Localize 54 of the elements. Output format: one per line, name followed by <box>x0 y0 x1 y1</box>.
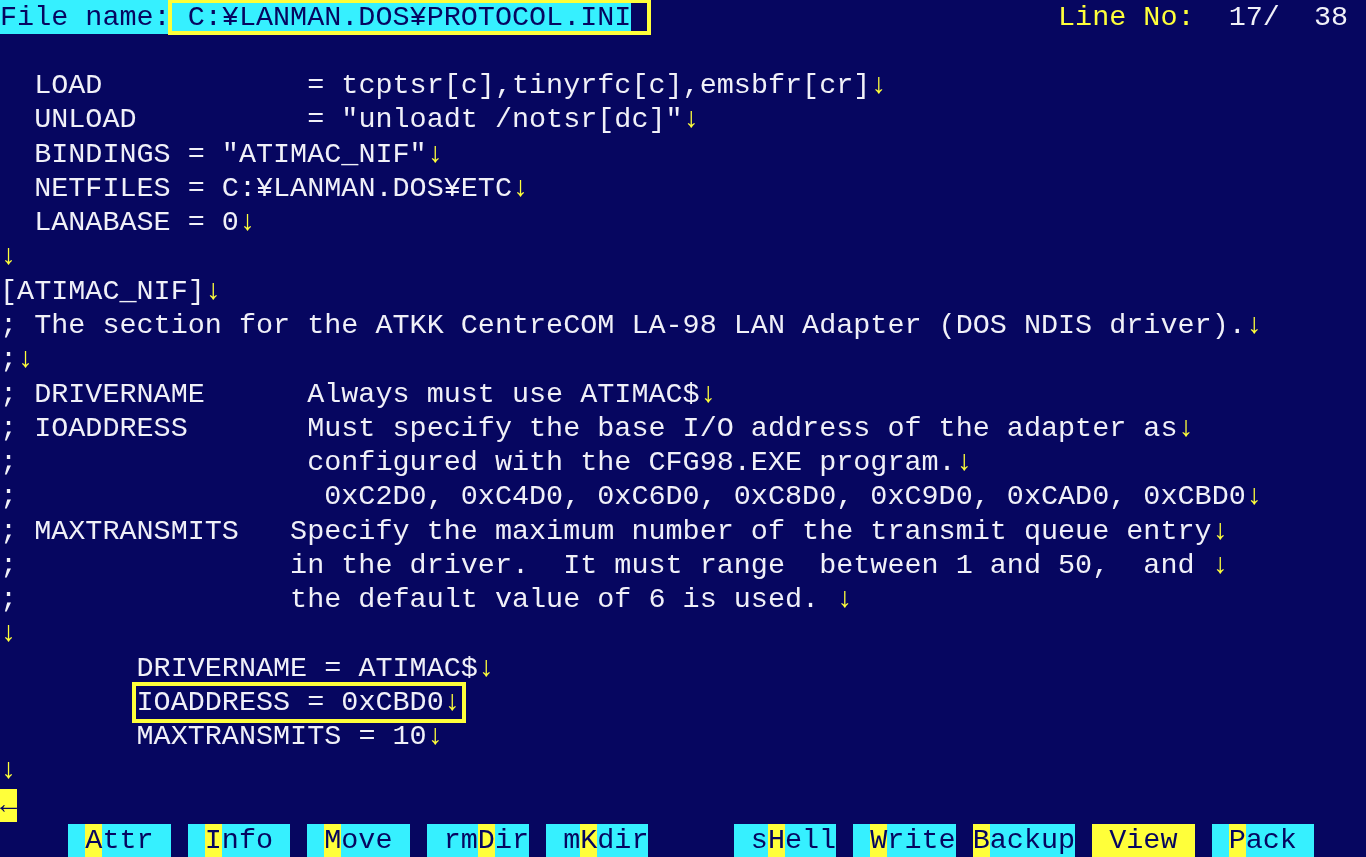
line-end-mark: ↓ <box>0 754 18 788</box>
code-line: DRIVERNAME = ATIMAC$ <box>136 651 478 685</box>
line-end-mark: ↓ <box>682 103 700 137</box>
line-end-mark: ↓ <box>426 720 444 754</box>
code-line: [ATIMAC_NIF] <box>0 274 205 308</box>
line-end-mark: ↓ <box>204 274 222 308</box>
code-line: NETFILES = C:¥LANMAN.DOS¥ETC <box>34 171 512 205</box>
function-key-button[interactable]: View <box>1092 823 1195 857</box>
code-line: ; DRIVERNAME Always must use ATIMAC$ <box>0 377 700 411</box>
line-end-mark: ↓ <box>699 377 717 411</box>
code-line: ; in the driver. It must range between 1 and 50, and <box>0 548 1196 582</box>
line-number-value: 17/ 38 <box>1228 0 1349 34</box>
function-key-button[interactable]: Backup <box>972 823 1076 857</box>
code-line: ; IOADDRESS Must specify the base I/O address of the adapter as <box>0 411 1178 445</box>
function-key-button[interactable]: Pack <box>1211 823 1314 857</box>
function-key-button[interactable]: Attr <box>68 823 171 857</box>
function-key-button[interactable]: Info <box>187 823 291 857</box>
code-line: ; MAXTRANSMITS Specify the maximum number of the transmit queue entry <box>0 514 1212 548</box>
line-end-mark: ↓ <box>1211 548 1229 582</box>
code-line: IOADDRESS = 0xCBD0 <box>136 685 444 719</box>
line-end-mark: ↓ <box>238 206 256 240</box>
line-end-mark: ↓ <box>443 685 461 719</box>
function-key-button[interactable]: Move <box>307 823 410 857</box>
line-end-mark: ↓ <box>1211 514 1229 548</box>
code-line: LOAD = tcptsr[c],tinyrfc[c],emsbfr[cr] <box>34 69 871 103</box>
code-line: BINDINGS = "ATIMAC_NIF" <box>34 137 427 171</box>
line-end-mark: ↓ <box>17 343 35 377</box>
code-line: ; <box>0 343 18 377</box>
end-of-file-mark: ← <box>0 788 18 822</box>
code-line: UNLOAD = "unloadt /notsr[dc]" <box>34 103 683 137</box>
function-key-button[interactable]: rmDir <box>426 823 529 857</box>
text-cursor <box>631 3 649 32</box>
line-end-mark: ↓ <box>1177 411 1195 445</box>
code-line: ; configured with the CFG98.EXE program. <box>0 446 956 480</box>
line-end-mark: ↓ <box>477 651 495 685</box>
code-line: ; 0xC2D0, 0xC4D0, 0xC6D0, 0xC8D0, 0xC9D0, 0xCAD0, 0xCBD0 <box>0 480 1246 514</box>
line-end-mark: ↓ <box>836 583 854 617</box>
file-name-label: File name: <box>0 0 171 34</box>
line-end-mark: ↓ <box>955 446 973 480</box>
code-line: ; The section for the ATKK CentreCOM LA-98 LAN Adapter (DOS NDIS driver). <box>0 309 1246 342</box>
line-end-mark: ↓ <box>0 617 18 651</box>
code-line: LANABASE = 0 <box>34 206 239 240</box>
function-key-button[interactable]: sHell <box>733 823 837 857</box>
code-line: ; the default value of 6 is used. <box>0 583 821 617</box>
line-number-label: Line No: <box>1058 0 1195 34</box>
line-end-mark: ↓ <box>1245 309 1263 342</box>
function-key-button[interactable]: mKdir <box>546 823 649 857</box>
file-name-field[interactable]: C:¥LANMAN.DOS¥PROTOCOL.INI <box>170 2 649 33</box>
line-end-mark: ↓ <box>1245 480 1263 514</box>
line-end-mark: ↓ <box>870 69 888 103</box>
line-end-mark: ↓ <box>511 171 530 205</box>
code-line: MAXTRANSMITS = 10 <box>136 720 427 754</box>
line-end-mark: ↓ <box>426 137 444 171</box>
line-end-mark: ↓ <box>0 240 18 274</box>
